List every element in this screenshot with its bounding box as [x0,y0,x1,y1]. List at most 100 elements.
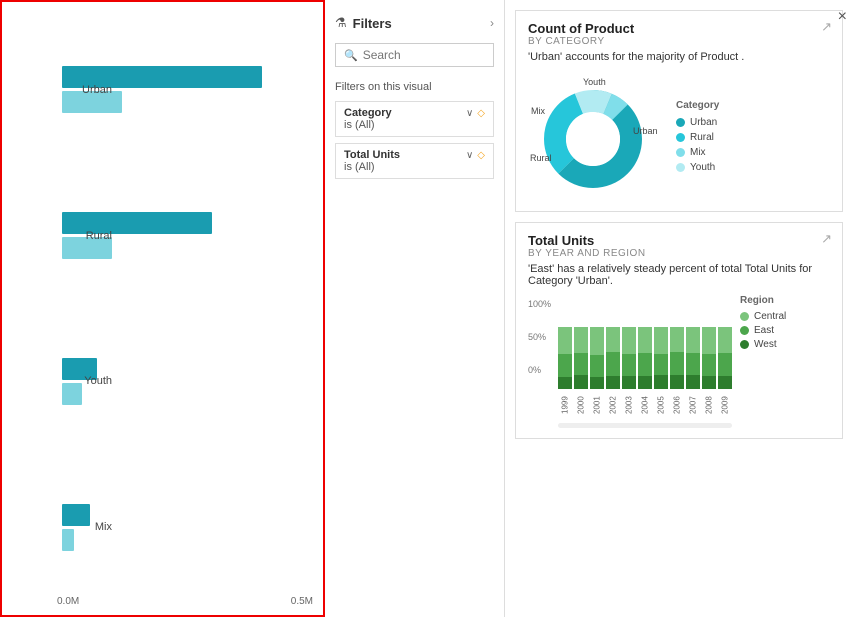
bar-label-youth: Youth [74,375,112,387]
legend-item-mix: Mix [676,147,719,158]
count-of-product-card: Count of Product BY CATEGORY 'Urban' acc… [515,10,843,212]
y-label-100: 100% [528,299,551,309]
donut-legend: Category Urban Rural Mix [676,100,719,173]
legend-dot-urban [676,118,685,127]
seg-east-0 [558,354,572,377]
seg-west-10 [718,376,732,389]
filter-name-0: Category [344,107,392,119]
seg-east-1 [574,353,588,375]
stacked-col-2 [590,309,604,389]
filter-chevron-1[interactable]: ∨ [466,150,473,161]
x-label-2008: 2008 [702,391,716,419]
total-units-chart: 100% 50% 0% 1999200020012002200320042005… [528,295,830,428]
x-labels-container: 1999200020012002200320042005200620072008… [528,391,732,419]
filters-on-visual-label: Filters on this visual [335,81,494,93]
x-label-2009: 2009 [718,391,732,419]
seg-west-1 [574,375,588,389]
stacked-col-3 [606,309,620,389]
total-units-description: 'East' has a relatively steady percent o… [528,263,830,287]
search-box: 🔍 [335,43,494,67]
tu-label-east: East [754,325,774,336]
seg-west-6 [654,375,668,389]
tu-label-central: Central [754,311,786,322]
bar-label-mix: Mix [74,521,112,533]
donut-legend-title: Category [676,100,719,111]
filters-panel: ⚗ Filters › 🔍 Filters on this visual Cat… [325,0,505,617]
bar-row-urban: Urban [62,66,313,113]
seg-west-2 [590,377,604,389]
scrollbar[interactable] [558,423,732,428]
seg-central-9 [702,327,716,354]
total-units-subtitle: BY YEAR AND REGION [528,248,830,259]
seg-east-10 [718,353,732,376]
total-units-pin-icon[interactable]: ↗ [821,231,832,247]
tu-label-west: West [754,339,777,350]
seg-west-4 [622,376,636,389]
count-of-product-description: 'Urban' accounts for the majority of Pro… [528,51,830,63]
left-panel-bar-chart: UrbanRuralYouthMix 0.0M 0.5M [0,0,325,617]
bar-row-mix: Mix [62,504,313,551]
tu-dot-central [740,312,749,321]
bar-light-mix [62,529,74,551]
donut-chart-area: Youth Mix Rural Urban Category Urban Rur… [528,71,830,201]
seg-east-6 [654,354,668,375]
filters-header: ⚗ Filters › [335,15,494,31]
filter-item-1[interactable]: Total Units∨◇is (All) [335,143,494,179]
filters-title-row: ⚗ Filters [335,15,392,31]
legend-dot-mix [676,148,685,157]
donut-svg [528,71,668,201]
x-label-1: 0.5M [291,596,313,607]
search-icon: 🔍 [344,49,358,62]
x-label-2001: 2001 [590,391,604,419]
seg-central-3 [606,327,620,353]
seg-east-5 [638,353,652,376]
y-label-50: 50% [528,332,551,342]
x-label-2006: 2006 [670,391,684,419]
count-of-product-title: Count of Product [528,21,830,36]
stacked-col-6 [654,309,668,389]
seg-east-4 [622,354,636,376]
seg-west-3 [606,376,620,389]
donut-label-mix: Mix [531,106,545,116]
stacked-col-10 [718,309,732,389]
tu-legend-title: Region [740,295,786,306]
y-axis-labels: 100% 50% 0% [528,299,551,375]
seg-central-4 [622,327,636,354]
total-units-title: Total Units [528,233,830,248]
donut-chart: Youth Mix Rural Urban [528,71,668,201]
legend-item-urban: Urban [676,117,719,128]
bar-row-youth: Youth [62,358,313,405]
seg-central-10 [718,327,732,354]
filter-clear-0[interactable]: ◇ [477,108,485,119]
seg-west-0 [558,377,572,389]
stacked-col-8 [686,309,700,389]
filter-clear-1[interactable]: ◇ [477,150,485,161]
filter-icon: ⚗ [335,15,347,31]
filter-chevron-0[interactable]: ∨ [466,108,473,119]
x-label-2005: 2005 [654,391,668,419]
right-panel: Count of Product BY CATEGORY 'Urban' acc… [505,0,857,617]
count-pin-icon[interactable]: ↗ [821,19,832,35]
seg-west-7 [670,375,684,389]
donut-label-youth: Youth [583,77,606,87]
tu-legend-west: West [740,339,786,350]
search-input[interactable] [363,48,485,62]
main-container: × UrbanRuralYouthMix 0.0M 0.5M ⚗ Filters… [0,0,857,617]
filters-expand-icon[interactable]: › [490,16,494,30]
stacked-col-4 [622,309,636,389]
close-button[interactable]: × [838,8,847,26]
filter-item-0[interactable]: Category∨◇is (All) [335,101,494,137]
legend-label-urban: Urban [690,117,717,128]
seg-east-8 [686,353,700,375]
tu-dot-east [740,326,749,335]
filter-value-1: is (All) [344,161,485,173]
x-label-0: 0.0M [57,596,79,607]
bar-label-urban: Urban [74,84,112,96]
stacked-col-0 [558,309,572,389]
x-label-1999: 1999 [558,391,572,419]
filter-items-container: Category∨◇is (All)Total Units∨◇is (All) [335,101,494,179]
seg-east-9 [702,354,716,376]
total-units-card: Total Units BY YEAR AND REGION 'East' ha… [515,222,843,439]
seg-central-8 [686,327,700,354]
legend-dot-rural [676,133,685,142]
